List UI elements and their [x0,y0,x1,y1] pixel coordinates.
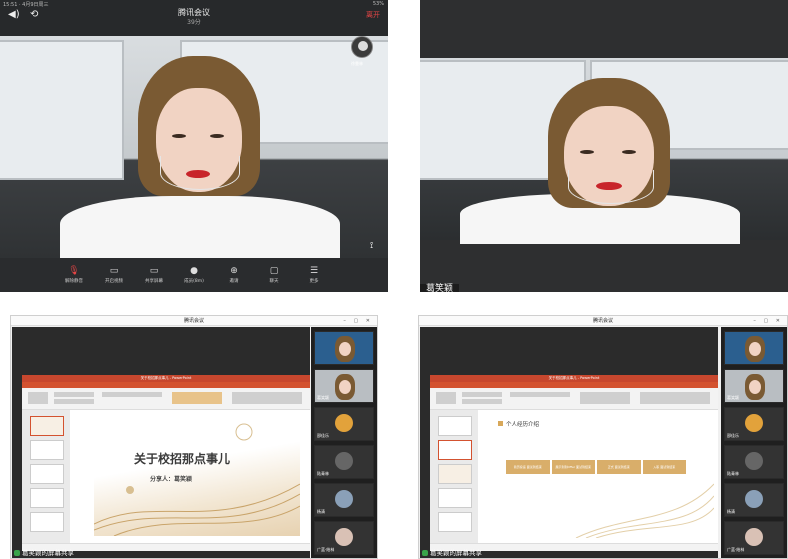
current-slide: 关于校招那点事儿 分享人：葛笑颖 [94,414,300,536]
gold-wave-decoration [575,483,714,538]
window-controls[interactable]: – ▢ ✕ [343,316,373,326]
participant-list: 葛笑颖 邵佳乐 陆青林 杨清 广蓝·结林 [721,327,787,558]
share-status: 葛笑颖的屏幕共享 [422,549,482,558]
share-screen-button[interactable]: ▭ 共享屏幕 [140,266,168,292]
share-screen-icon: ▭ [149,266,159,276]
speaker-avatar[interactable] [351,36,373,58]
participant-tile[interactable]: 邵佳乐 [724,407,784,441]
speaker-name: 徐靠林 [351,61,363,66]
timeline-step: 入职 面试到结束 [642,460,686,474]
heading-marker [498,421,503,426]
main-video: 徐靠林 ⟟ [0,36,388,266]
participant-tile[interactable]: 杨清 [724,483,784,517]
current-slide: 个人经历介绍 简历投递 面试到结束 展示到到Offer 面试到结束 正式 面试到… [486,414,714,538]
ppt-title: 关于校招那点事儿 - PowerPoint [22,375,310,382]
slide-thumbnails[interactable] [22,410,70,543]
meeting-toolbar: 🎙 解除静音 ▭ 开启视频 ▭ 共享屏幕 ● 成员(8m) ⊕ 邀请 ▢ 聊天 ☰ 更多 [0,258,388,292]
window-title: 腾讯会议 [183,318,204,324]
speaker-name-label: 葛笑颖 [420,284,460,292]
participant-tile[interactable] [314,331,374,365]
participant-tile[interactable]: 葛笑颖 [314,369,374,403]
mobile-meeting-screen: 15:51 · 4月9日周三 53% ◀) ⟲ 腾讯会议 39分 离开 徐靠林 … [0,0,388,292]
status-bar: 15:51 · 4月9日周三 53% ◀) ⟲ 腾讯会议 39分 离开 [0,0,388,36]
participant-tile[interactable] [724,331,784,365]
participant-list: 葛笑颖 邵佳乐 陆青林 杨清 广蓝·结林 [311,327,377,558]
meeting-duration: 39分 [187,19,201,26]
participant-tile[interactable]: 葛笑颖 [724,369,784,403]
slide-thumbnails[interactable] [430,410,478,543]
window-title-bar: 腾讯会议 – ▢ ✕ [11,316,377,326]
mic-icon: 🎙 [68,266,80,276]
members-icon: ● [190,266,198,276]
more-button[interactable]: ☰ 更多 [300,266,328,292]
slide-title: 关于校招那点事儿 [134,452,231,466]
unmute-button[interactable]: 🎙 解除静音 [60,266,88,292]
speaker-video [60,56,340,266]
slide-heading: 个人经历介绍 [506,422,540,428]
ribbon-toolbar[interactable] [430,388,718,410]
participant-tile[interactable]: 陆青林 [724,445,784,479]
chat-icon: ▢ [269,266,279,276]
invite-icon: ⊕ [230,266,238,276]
pin-icon[interactable]: ⟟ [370,241,373,251]
window-title-bar: 腾讯会议 – ▢ ✕ [419,316,787,326]
participant-tile[interactable]: 广蓝·结林 [314,521,374,555]
timeline: 简历投递 面试到结束 展示到到Offer 面试到结束 正式 面试到结束 入职 面… [506,460,686,474]
window-title: 腾讯会议 [592,318,613,324]
participant-tile[interactable]: 邵佳乐 [314,407,374,441]
share-status: 葛笑颖的屏幕共享 [14,549,74,558]
invite-button[interactable]: ⊕ 邀请 [220,266,248,292]
timeline-step: 正式 面试到结束 [597,460,641,474]
desktop-meeting-window: 腾讯会议 – ▢ ✕ 关于校招那点事儿 - PowerPoint 关于校招那点事… [10,315,378,559]
desktop-meeting-window-2: 腾讯会议 – ▢ ✕ 关于校招那点事儿 - PowerPoint 个人经历介绍 … [418,315,788,559]
leave-button[interactable]: 离开 [366,10,380,20]
speaker-fullscreen: 葛笑颖 [420,0,788,292]
participant-tile[interactable]: 广蓝·结林 [724,521,784,555]
participant-tile[interactable]: 杨清 [314,483,374,517]
main-video [420,58,788,244]
ribbon-toolbar[interactable] [22,388,310,410]
more-icon: ☰ [309,266,319,276]
chat-button[interactable]: ▢ 聊天 [260,266,288,292]
screen-share-view: 关于校招那点事儿 - PowerPoint 个人经历介绍 简历投递 面试到结束 … [420,327,718,558]
screen-share-view: 关于校招那点事儿 - PowerPoint 关于校招那点事儿 分享人：葛笑颖 葛… [12,327,310,558]
camera-icon: ▭ [109,266,119,276]
participant-tile[interactable]: 陆青林 [314,445,374,479]
ppt-title: 关于校招那点事儿 - PowerPoint [430,375,718,382]
window-controls[interactable]: – ▢ ✕ [753,316,783,326]
powerpoint-window: 关于校招那点事儿 - PowerPoint 关于校招那点事儿 分享人：葛笑颖 [22,375,310,551]
powerpoint-window: 关于校招那点事儿 - PowerPoint 个人经历介绍 简历投递 面试到结束 … [430,375,718,551]
gold-wave-decoration [94,423,300,536]
speaker-video [460,78,740,244]
timeline-step: 展示到到Offer 面试到结束 [551,460,595,474]
start-video-button[interactable]: ▭ 开启视频 [100,266,128,292]
timeline-step: 简历投递 面试到结束 [506,460,550,474]
share-icon [422,550,428,556]
slide-subtitle: 分享人：葛笑颖 [150,476,193,483]
members-button[interactable]: ● 成员(8m) [180,266,208,292]
share-icon [14,550,20,556]
